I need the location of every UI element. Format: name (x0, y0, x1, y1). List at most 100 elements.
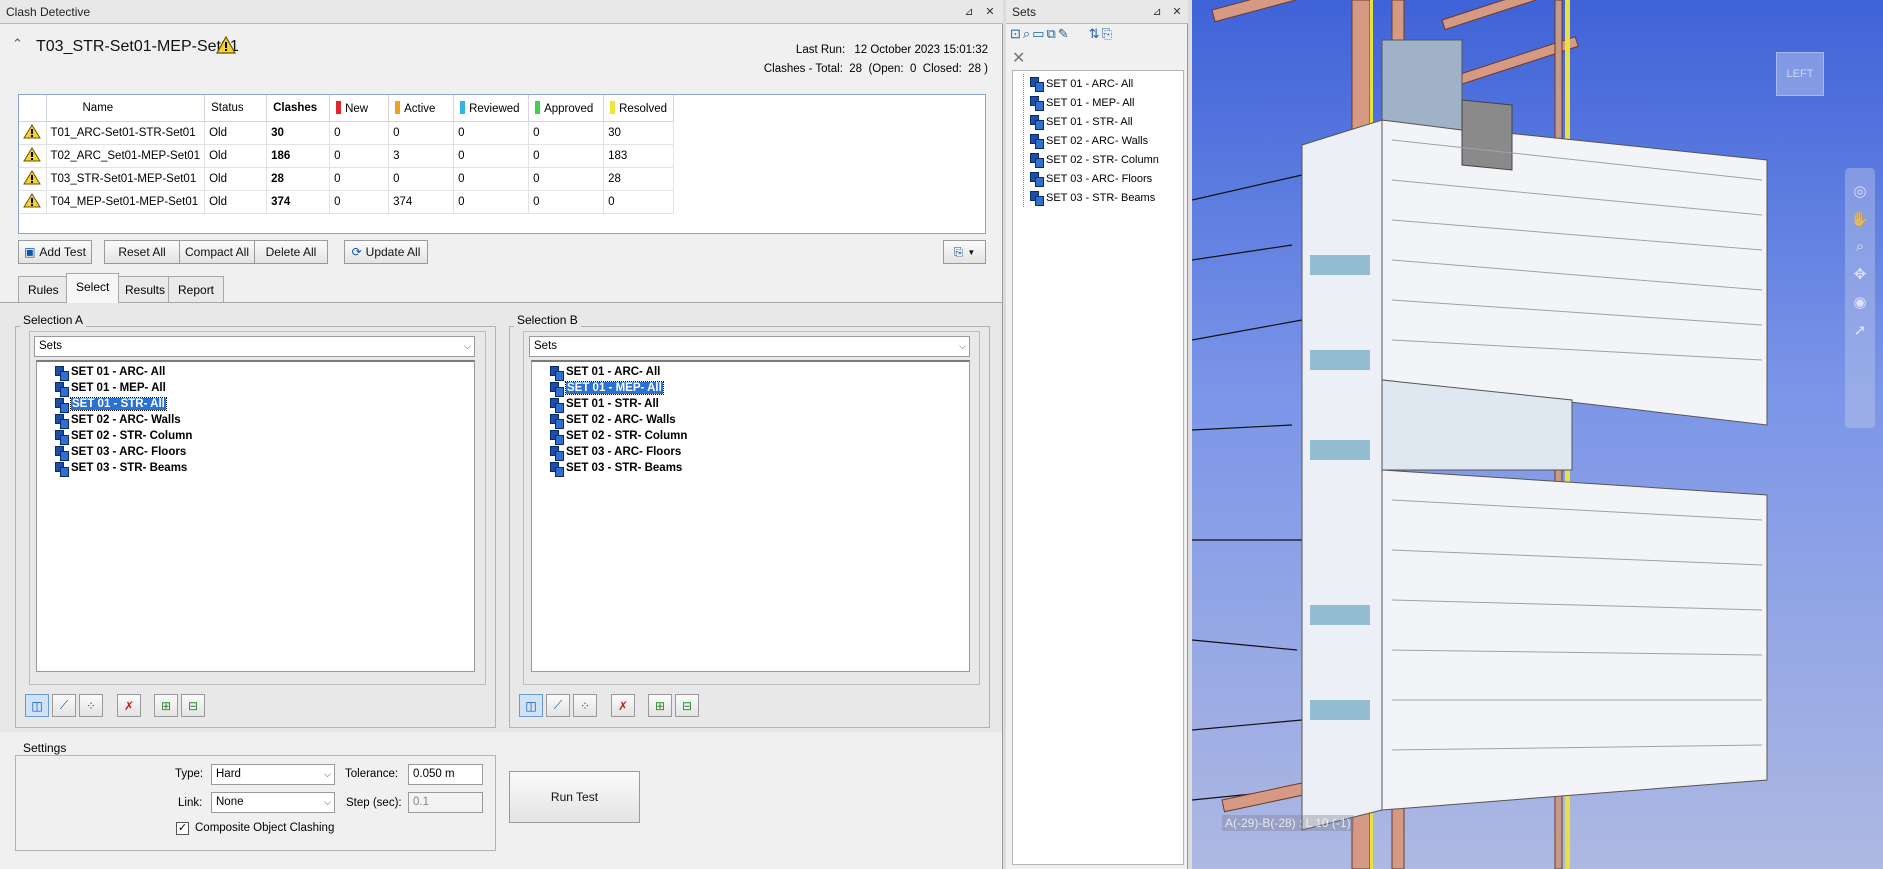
list-item[interactable]: SET 02 - ARC- Walls (55, 412, 474, 429)
points-toggle-button[interactable]: ⁘ (573, 694, 597, 717)
composite-checkbox[interactable]: ✓ (176, 822, 189, 835)
list-item[interactable]: SET 01 - STR- All (1030, 112, 1183, 131)
delete-all-button[interactable]: Delete All (254, 240, 328, 264)
table-row[interactable]: T01_ARC-Set01-STR-Set01 Old 30 0 0 0 0 3… (19, 121, 675, 145)
col-clashes[interactable]: Clashes (266, 95, 331, 122)
list-item[interactable]: SET 01 - MEP- All (1030, 93, 1183, 112)
list-item[interactable]: SET 01 - STR- All (550, 396, 969, 413)
pan-icon[interactable]: ✋ (1851, 210, 1870, 228)
col-active[interactable]: Active (388, 95, 455, 122)
steering-wheel-icon[interactable]: ◎ (1853, 182, 1866, 200)
list-item[interactable]: SET 01 - ARC- All (55, 364, 474, 381)
col-approved[interactable]: Approved (528, 95, 605, 122)
list-item[interactable]: SET 03 - ARC- Floors (550, 444, 969, 461)
add-comment-icon[interactable]: ✎ (1058, 26, 1069, 48)
use-current-selection-button[interactable]: ⊞ (154, 694, 178, 717)
use-current-selection-button[interactable]: ⊞ (648, 694, 672, 717)
list-item[interactable]: SET 03 - ARC- Floors (1030, 169, 1183, 188)
zoom-icon[interactable]: ⌕ (1856, 238, 1864, 255)
select-in-scene-button[interactable]: ⊟ (181, 694, 205, 717)
row-status: Old (204, 121, 268, 145)
list-item[interactable]: SET 01 - MEP- All (55, 380, 474, 397)
set-icon (1030, 134, 1044, 149)
table-row[interactable]: T04_MEP-Set01-MEP-Set01 Old 374 0 374 0 … (19, 190, 675, 214)
save-selection-icon[interactable]: ⊡ (1010, 26, 1021, 48)
tests-grid-header: Name Status Clashes New Active Reviewed … (19, 95, 675, 122)
sort-icon[interactable]: ⇅ (1089, 26, 1100, 48)
link-dropdown[interactable]: None ⌵ (211, 792, 335, 813)
list-item-selected[interactable]: SET 01 - STR- All (55, 396, 474, 413)
import-export-icon[interactable]: ⎘ (1102, 26, 1112, 48)
resolved-swatch (610, 100, 616, 114)
collapse-chevron-icon[interactable]: ⌃ (12, 36, 23, 52)
list-item[interactable]: SET 03 - STR- Beams (550, 460, 969, 477)
col-resolved[interactable]: Resolved (603, 95, 675, 122)
row-new: 0 (329, 144, 390, 168)
pin-icon[interactable]: ⊿ (1148, 3, 1166, 21)
surfaces-toggle-button[interactable]: ◫ (25, 694, 49, 717)
close-icon[interactable]: ✕ (1168, 3, 1186, 21)
sets-tree[interactable]: SET 01 - ARC- All SET 01 - MEP- All SET … (1012, 70, 1184, 865)
select-current-icon: ⊞ (160, 698, 172, 713)
new-folder-icon[interactable]: ▭ (1032, 26, 1044, 48)
selection-a-list[interactable]: SET 01 - ARC- All SET 01 - MEP- All SET … (36, 360, 475, 672)
tolerance-input[interactable]: 0.050 m (408, 764, 483, 785)
pin-icon[interactable]: ⊿ (960, 3, 978, 21)
delete-icon[interactable]: ✕ (1012, 48, 1025, 68)
select-in-scene-button[interactable]: ⊟ (675, 694, 699, 717)
col-status[interactable]: Status (204, 95, 268, 122)
set-icon (55, 429, 69, 445)
selection-a-dropdown[interactable]: Sets ⌵ (34, 336, 475, 357)
list-item-selected[interactable]: SET 01 - MEP- All (550, 380, 969, 397)
list-item[interactable]: SET 02 - STR- Column (550, 428, 969, 445)
step-input[interactable]: 0.1 (408, 792, 483, 813)
list-item[interactable]: SET 02 - ARC- Walls (1030, 131, 1183, 150)
lines-toggle-button[interactable]: ⟋ (546, 694, 570, 717)
points-toggle-button[interactable]: ⁘ (79, 694, 103, 717)
tab-select[interactable]: Select (66, 273, 120, 303)
duplicate-icon[interactable]: ⧉ (1046, 26, 1055, 48)
list-item[interactable]: SET 01 - ARC- All (550, 364, 969, 381)
self-intersect-button[interactable]: ✗ (117, 694, 141, 717)
tab-results[interactable]: Results (115, 276, 176, 303)
update-all-button[interactable]: ⟳ Update All (344, 240, 428, 264)
last-run: Last Run: 12 October 2023 15:01:32 (796, 44, 988, 56)
col-new[interactable]: New (329, 95, 390, 122)
row-status: Old (204, 190, 268, 214)
viewcube[interactable]: LEFT (1776, 52, 1824, 96)
run-test-button[interactable]: Run Test (509, 771, 640, 823)
save-search-icon[interactable]: ⌕ (1023, 26, 1030, 48)
set-icon (550, 381, 564, 397)
tab-report[interactable]: Report (168, 276, 225, 303)
selection-b-dropdown[interactable]: Sets ⌵ (529, 336, 970, 357)
reset-all-button[interactable]: Reset All (104, 240, 180, 264)
self-intersect-button[interactable]: ✗ (611, 694, 635, 717)
list-item[interactable]: SET 01 - ARC- All (1030, 74, 1183, 93)
selection-b-list[interactable]: SET 01 - ARC- All SET 01 - MEP- All SET … (531, 360, 970, 672)
list-item[interactable]: SET 03 - STR- Beams (55, 460, 474, 477)
list-item[interactable]: SET 03 - ARC- Floors (55, 444, 474, 461)
3d-viewport[interactable]: LEFT ◎ ✋ ⌕ ✥ ◉ ➚ A(-29)-B(-28) : L 10 (-… (1192, 0, 1883, 869)
look-icon[interactable]: ◉ (1853, 293, 1866, 311)
orbit-icon[interactable]: ✥ (1854, 265, 1867, 283)
list-item[interactable]: SET 02 - ARC- Walls (550, 412, 969, 429)
lines-toggle-button[interactable]: ⟋ (52, 694, 76, 717)
list-item[interactable]: SET 02 - STR- Column (1030, 150, 1183, 169)
tab-rules[interactable]: Rules (18, 276, 69, 303)
selection-b-label: Selection B (514, 313, 581, 327)
surfaces-toggle-button[interactable]: ◫ (519, 694, 543, 717)
list-item[interactable]: SET 03 - STR- Beams (1030, 188, 1183, 207)
compact-all-button[interactable]: Compact All (179, 240, 255, 264)
list-item[interactable]: SET 02 - STR- Column (55, 428, 474, 445)
col-name[interactable]: Name (46, 95, 206, 122)
close-icon[interactable]: ✕ (981, 3, 999, 21)
col-reviewed[interactable]: Reviewed (453, 95, 530, 122)
add-test-button[interactable]: ▣ Add Test (18, 240, 92, 264)
clash-detective-panel: Clash Detective ⊿ ✕ ⌃ T03_STR-Set01-MEP-… (0, 0, 1003, 869)
export-dropdown-button[interactable]: ⎘ ▼ (943, 240, 986, 264)
type-dropdown[interactable]: Hard ⌵ (211, 764, 335, 785)
table-row[interactable]: T03_STR-Set01-MEP-Set01 Old 28 0 0 0 0 2… (19, 167, 675, 191)
table-row[interactable]: T02_ARC_Set01-MEP-Set01 Old 186 0 3 0 0 … (19, 144, 675, 168)
tests-grid[interactable]: Name Status Clashes New Active Reviewed … (18, 94, 986, 234)
select-icon[interactable]: ➚ (1854, 321, 1867, 339)
